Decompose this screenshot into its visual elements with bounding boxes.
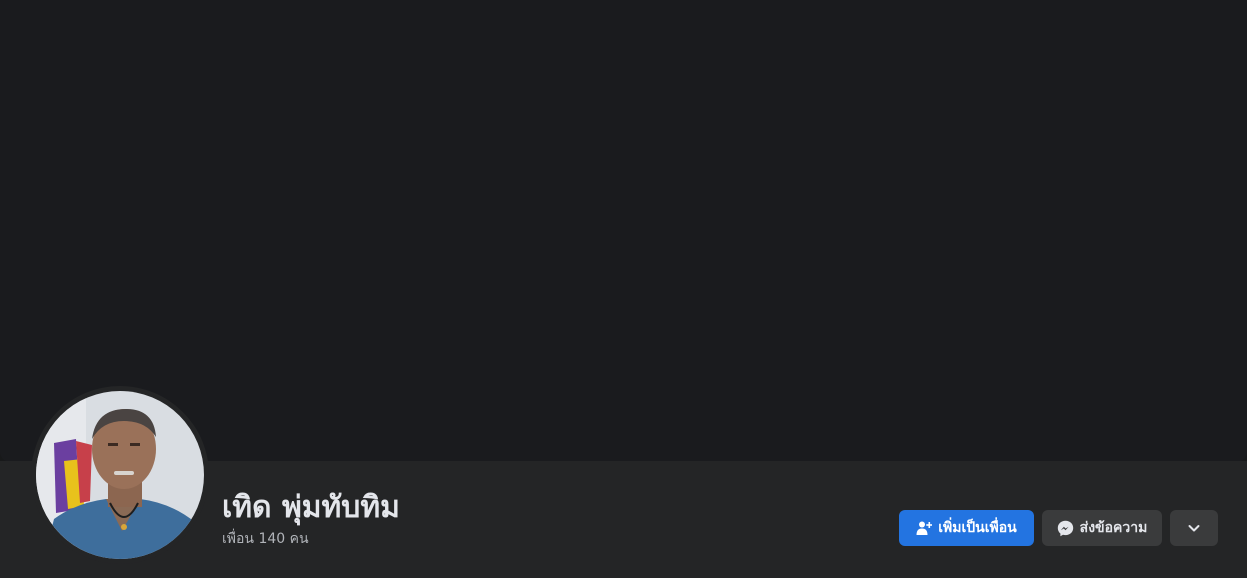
add-friend-icon xyxy=(916,520,933,536)
send-message-button[interactable]: ส่งข้อความ xyxy=(1042,510,1162,546)
send-message-label: ส่งข้อความ xyxy=(1079,520,1148,536)
profile-name: เทิด พุ่มทับทิม xyxy=(222,490,400,525)
profile-picture-image xyxy=(36,391,204,559)
more-options-button[interactable] xyxy=(1170,510,1218,546)
profile-picture[interactable] xyxy=(36,391,204,559)
chevron-down-icon xyxy=(1187,521,1201,535)
cover-photo[interactable] xyxy=(0,0,1247,462)
messenger-icon xyxy=(1057,520,1074,537)
friends-count[interactable]: เพื่อน 140 คน xyxy=(222,528,309,550)
add-friend-button[interactable]: เพิ่มเป็นเพื่อน xyxy=(899,510,1034,546)
add-friend-label: เพิ่มเป็นเพื่อน xyxy=(938,520,1017,536)
